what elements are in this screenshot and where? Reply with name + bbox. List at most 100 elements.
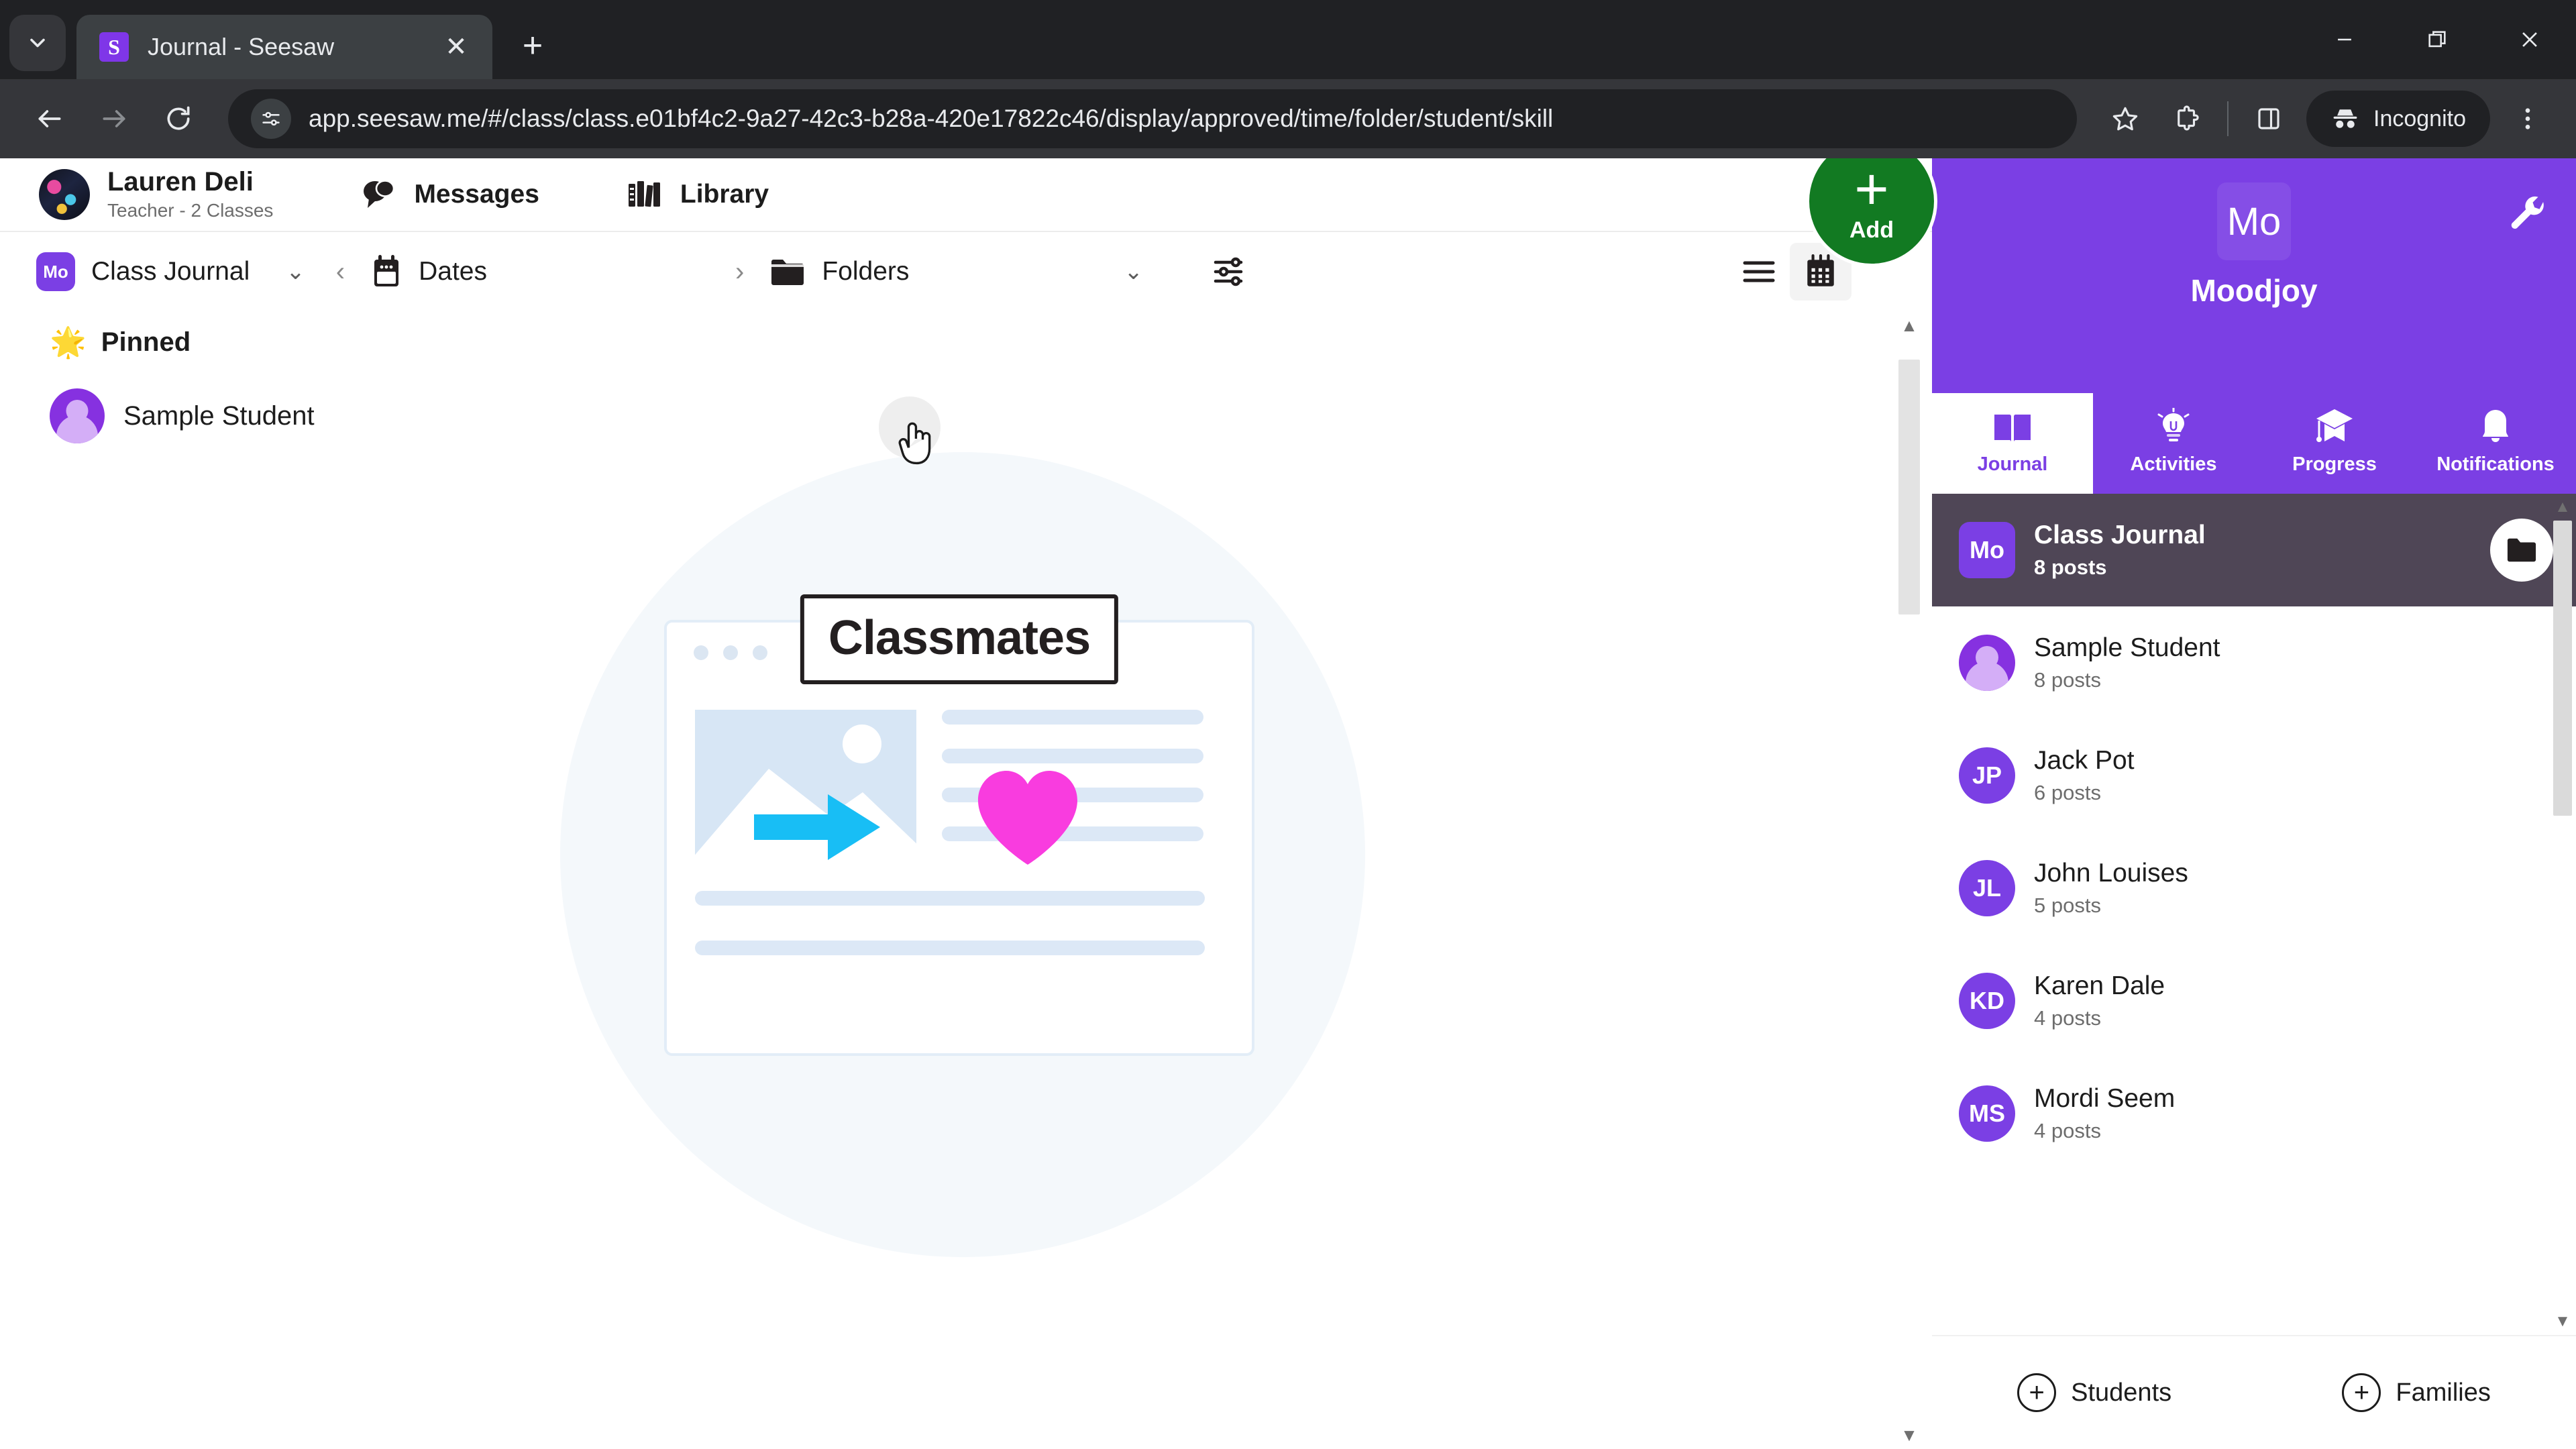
back-button[interactable] — [17, 87, 82, 151]
user-info[interactable]: Lauren Deli Teacher - 2 Classes — [107, 166, 273, 221]
class-avatar: Mo — [1959, 522, 2015, 578]
tab-notifications[interactable]: Notifications — [2415, 393, 2576, 494]
tab-search-button[interactable] — [9, 15, 66, 71]
class-name: Moodjoy — [2190, 273, 2318, 308]
add-students-button[interactable]: + Students — [2017, 1373, 2171, 1412]
close-icon — [2522, 32, 2537, 47]
scroll-up-arrow-icon[interactable]: ▲ — [2555, 494, 2571, 521]
nav-messages[interactable]: Messages — [358, 177, 539, 212]
plus-icon: + — [1854, 158, 1889, 222]
new-tab-button[interactable]: + — [507, 20, 558, 71]
lightbulb-icon — [2155, 405, 2192, 447]
tab-progress[interactable]: Progress — [2254, 393, 2415, 494]
folder-icon — [2507, 538, 2536, 562]
bookmark-star-button[interactable] — [2094, 88, 2156, 150]
sidebar-scrollbar[interactable]: ▲ ▼ — [2551, 494, 2575, 1335]
list-item-class-journal[interactable]: Mo Class Journal 8 posts — [1932, 494, 2576, 606]
tab-strip: S Journal - Seesaw ✕ + — [0, 0, 2576, 79]
scrollbar-track[interactable] — [2553, 521, 2572, 1308]
scrollbar-thumb[interactable] — [1898, 360, 1920, 614]
close-window-button[interactable] — [2483, 0, 2576, 79]
list-item-mordi-seem[interactable]: MS Mordi Seem 4 posts — [1932, 1057, 2576, 1170]
sidebar-footer: + Students + Families — [1932, 1335, 2576, 1449]
extensions-button[interactable] — [2156, 88, 2218, 150]
list-view-button[interactable] — [1728, 243, 1790, 301]
scroll-down-arrow-icon[interactable]: ▼ — [2555, 1308, 2571, 1335]
dates-prev-arrow-icon[interactable]: ‹ — [336, 257, 345, 287]
journal-content: 🌟 Pinned Sample Student Classmates ▲ ▼ — [0, 311, 1932, 1449]
class-chevron-down-icon[interactable]: ⌄ — [286, 258, 305, 285]
class-sidebar: + Add Mo Moodjoy Journal Activities Prog… — [1806, 158, 2576, 1449]
student-avatar — [1959, 635, 2015, 691]
list-item-name: Jack Pot — [2034, 746, 2135, 775]
side-panel-icon — [2258, 108, 2279, 129]
avatar[interactable] — [39, 169, 90, 220]
main-scrollbar[interactable]: ▲ ▼ — [1896, 311, 1923, 1449]
user-name: Lauren Deli — [107, 166, 254, 197]
calendar-icon — [370, 254, 402, 289]
list-item-posts: 8 posts — [2034, 555, 2107, 579]
list-item-name: John Louises — [2034, 859, 2188, 888]
pinned-student-row[interactable]: Sample Student — [0, 358, 1932, 443]
class-selector[interactable]: Mo Class Journal ⌄ — [36, 252, 305, 291]
arrow-right-icon — [103, 110, 125, 127]
reload-icon — [167, 106, 190, 130]
book-icon — [1992, 405, 2033, 447]
toolbar-divider — [2227, 101, 2229, 136]
toolbar-actions: Incognito — [2094, 88, 2559, 150]
class-settings-button[interactable] — [2504, 191, 2551, 237]
incognito-indicator[interactable]: Incognito — [2306, 91, 2490, 147]
reload-button[interactable] — [146, 87, 211, 151]
folders-filter[interactable]: › Folders ⌄ — [735, 256, 1143, 288]
add-families-button[interactable]: + Families — [2342, 1373, 2491, 1412]
url-text: app.seesaw.me/#/class/class.e01bf4c2-9a2… — [309, 105, 1554, 132]
pinned-header: 🌟 Pinned — [0, 311, 1932, 358]
student-avatar-initials: MS — [1959, 1085, 2015, 1142]
dates-filter[interactable]: ‹ Dates — [336, 254, 487, 289]
journal-pane: Lauren Deli Teacher - 2 Classes Messages — [0, 158, 1932, 1449]
tab-journal[interactable]: Journal — [1932, 393, 2093, 494]
close-tab-button[interactable]: ✕ — [437, 28, 475, 66]
browser-toolbar: app.seesaw.me/#/class/class.e01bf4c2-9a2… — [0, 79, 2576, 158]
address-bar[interactable]: app.seesaw.me/#/class/class.e01bf4c2-9a2… — [228, 89, 2077, 148]
list-item-sample-student[interactable]: Sample Student 8 posts — [1932, 606, 2576, 719]
folders-next-arrow-icon[interactable]: › — [735, 257, 744, 287]
list-item-karen-dale[interactable]: KD Karen Dale 4 posts — [1932, 945, 2576, 1057]
nav-library[interactable]: Library — [624, 177, 769, 212]
scrollbar-thumb[interactable] — [2553, 521, 2572, 816]
list-item-posts: 4 posts — [2034, 1118, 2101, 1142]
puzzle-icon — [2178, 105, 2199, 131]
favicon-letter: S — [108, 35, 120, 59]
browser-tab[interactable]: S Journal - Seesaw ✕ — [76, 15, 492, 79]
scroll-up-arrow-icon[interactable]: ▲ — [1900, 311, 1918, 339]
add-students-label: Students — [2071, 1378, 2172, 1407]
tab-progress-label: Progress — [2292, 453, 2377, 475]
pinned-label: Pinned — [101, 327, 191, 357]
tab-activities[interactable]: Activities — [2093, 393, 2254, 494]
list-item-text: Class Journal 8 posts — [2034, 521, 2490, 580]
classmates-banner: Classmates — [800, 594, 1119, 684]
class-journal-label: Class Journal — [91, 257, 250, 286]
list-item-text: Mordi Seem 4 posts — [2034, 1084, 2553, 1143]
folders-chevron-down-icon[interactable]: ⌄ — [1124, 258, 1143, 285]
scrollbar-track[interactable] — [1898, 339, 1920, 1421]
list-item-name: Sample Student — [2034, 633, 2220, 663]
list-item-jack-pot[interactable]: JP Jack Pot 6 posts — [1932, 719, 2576, 832]
minimize-button[interactable] — [2298, 0, 2391, 79]
classmates-banner-text: Classmates — [828, 611, 1091, 665]
tune-icon — [262, 111, 280, 126]
maximize-button[interactable] — [2391, 0, 2483, 79]
chrome-menu-button[interactable] — [2497, 88, 2559, 150]
open-folder-button[interactable] — [2490, 519, 2553, 582]
list-item-text: Jack Pot 6 posts — [2034, 746, 2553, 805]
filter-settings-button[interactable] — [1210, 253, 1249, 290]
site-settings-button[interactable] — [251, 99, 291, 139]
class-chip: Mo — [36, 252, 75, 291]
side-panel-button[interactable] — [2238, 88, 2300, 150]
forward-button[interactable] — [82, 87, 146, 151]
add-families-label: Families — [2396, 1378, 2491, 1407]
scroll-down-arrow-icon[interactable]: ▼ — [1900, 1421, 1918, 1449]
list-item-john-louises[interactable]: JL John Louises 5 posts — [1932, 832, 2576, 945]
list-item-posts: 8 posts — [2034, 667, 2101, 692]
class-initials-chip: Mo — [2217, 182, 2291, 260]
